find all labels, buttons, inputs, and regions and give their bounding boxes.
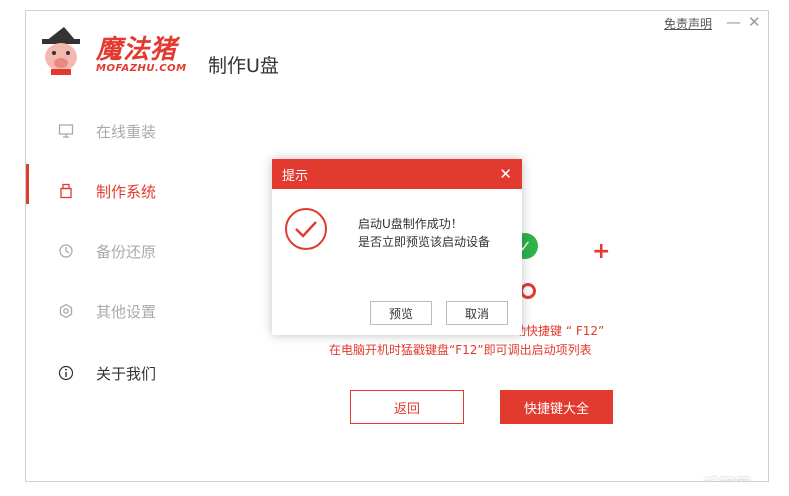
window-close-button[interactable]: ✕ <box>748 13 761 31</box>
usb-icon <box>58 183 74 199</box>
sidebar-item-label: 在线重装 <box>96 122 157 141</box>
sidebar-item-about-us[interactable]: 关于我们 <box>26 353 226 393</box>
app-window: 魔法猪 MOFAZHU.COM 制作U盘 免责声明 — ✕ 在线重装 制作系统 … <box>25 10 769 482</box>
hotkey-hint: 动快捷键 “ F12” <box>514 324 605 338</box>
pig-mascot-icon <box>42 27 80 75</box>
backup-icon <box>58 243 74 259</box>
monitor-icon <box>58 123 74 139</box>
app-logo: 魔法猪 MOFAZHU.COM <box>36 25 196 85</box>
sidebar-item-label: 制作系统 <box>96 182 157 201</box>
disclaimer-link[interactable]: 免责声明 <box>664 15 712 32</box>
sidebar-item-make-system[interactable]: 制作系统 <box>26 171 226 211</box>
sidebar-item-other-settings[interactable]: 其他设置 <box>26 291 226 331</box>
page-title: 制作U盘 <box>208 55 279 77</box>
prompt-dialog: 提示 ✕ 启动U盘制作成功！ 是否立即预览该启动设备 预览 取消 <box>272 159 522 335</box>
ring-icon <box>520 283 536 299</box>
hotkeys-list-button[interactable]: 快捷键大全 <box>500 390 613 424</box>
plus-icon: + <box>592 239 611 264</box>
sidebar-item-online-reinstall[interactable]: 在线重装 <box>26 111 226 151</box>
hotkey-instruction: 在电脑开机时猛戳键盘“F12”即可调出启动项列表 <box>329 343 592 357</box>
preview-button[interactable]: 预览 <box>370 301 432 325</box>
dialog-message-success: 启动U盘制作成功！ <box>358 217 463 231</box>
dialog-message-question: 是否立即预览该启动设备 <box>358 235 491 249</box>
check-circle-icon <box>284 207 328 251</box>
sidebar-item-label: 其他设置 <box>96 302 157 321</box>
sidebar-item-label: 备份还原 <box>96 242 157 261</box>
sidebar-item-backup-restore[interactable]: 备份还原 <box>26 231 226 271</box>
watermark: 千篇网 <box>700 471 748 481</box>
info-icon <box>58 365 74 381</box>
dialog-title: 提示 <box>282 168 309 184</box>
brand-name: 魔法猪 <box>96 35 178 65</box>
dialog-close-button[interactable]: ✕ <box>499 165 512 183</box>
brand-url: MOFAZHU.COM <box>96 63 187 74</box>
cancel-button[interactable]: 取消 <box>446 301 508 325</box>
back-button[interactable]: 返回 <box>350 390 464 424</box>
minimize-button[interactable]: — <box>726 13 741 31</box>
dialog-header: 提示 ✕ <box>272 159 522 189</box>
sidebar-item-label: 关于我们 <box>96 364 157 383</box>
settings-icon <box>58 303 74 319</box>
